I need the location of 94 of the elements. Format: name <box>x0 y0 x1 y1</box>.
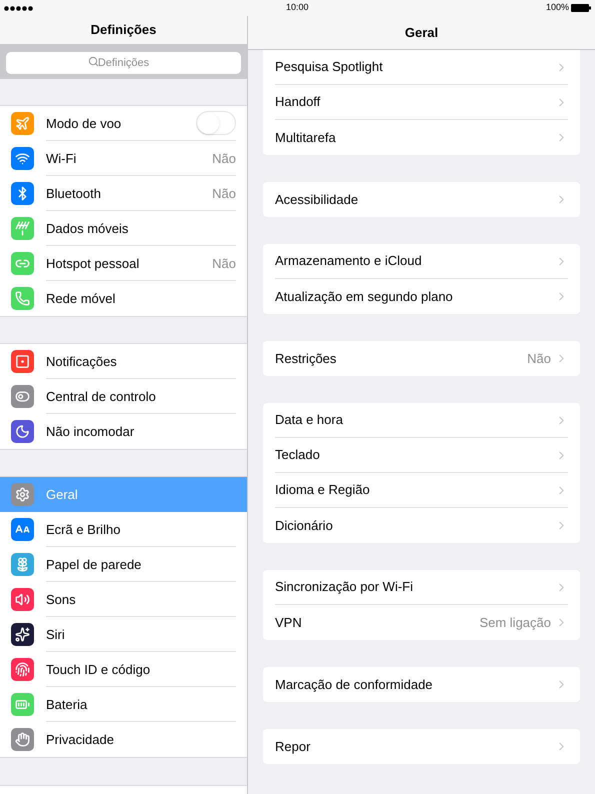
battery-icon <box>571 4 591 12</box>
sidebar-item[interactable]: Não incomodar <box>0 414 247 450</box>
detail-title: Geral <box>404 24 438 42</box>
bluetooth-icon <box>11 182 34 206</box>
gear-icon <box>11 483 34 506</box>
item-label: Ecrã e Brilho <box>46 520 122 539</box>
settings-row[interactable]: Dicionário <box>275 508 568 543</box>
row-label: Atualização em segundo plano <box>275 288 454 306</box>
row-label: Sincronização por Wi-Fi <box>275 578 414 596</box>
item-label: Papel de parede <box>46 556 142 574</box>
row-label: Pesquisa Spotlight <box>275 58 384 76</box>
item-label: Dados móveis <box>46 220 130 238</box>
row-label: Marcação de conformidade <box>275 676 434 694</box>
moon-icon <box>11 420 34 444</box>
row-label: Data e hora <box>275 411 344 430</box>
item-label: Privacidade <box>46 731 115 750</box>
row-label: Armazenamento e iCloud <box>275 252 423 270</box>
notification-icon <box>11 350 34 374</box>
phone-icon <box>11 287 34 310</box>
antenna-icon <box>11 217 34 240</box>
search-icon <box>88 56 99 68</box>
sidebar-item[interactable]: Privacidade <box>0 722 247 758</box>
fingerprint-icon <box>11 658 34 682</box>
sidebar-item[interactable]: Modo de voo <box>0 106 247 142</box>
airplane-icon <box>11 112 34 136</box>
settings-row[interactable]: Handoff <box>275 85 568 120</box>
item-label: Não incomodar <box>46 423 136 442</box>
siri-icon <box>11 623 34 646</box>
hand-icon <box>11 728 34 752</box>
settings-row[interactable]: Armazenamento e iCloud <box>275 244 568 279</box>
sidebar-item[interactable]: Touch ID e código <box>0 652 247 688</box>
row-label: Teclado <box>275 446 321 464</box>
sidebar-item[interactable]: Papel de parede <box>0 547 247 582</box>
sidebar-title: Definições <box>90 21 156 40</box>
item-label: Bluetooth <box>46 184 102 203</box>
settings-row[interactable]: Marcação de conformidade <box>275 667 568 702</box>
sidebar-item[interactable]: Sons <box>0 582 247 618</box>
status-time: 10:00 <box>286 1 309 14</box>
settings-row[interactable]: Sincronização por Wi-Fi <box>275 570 568 605</box>
flower-icon <box>11 553 34 576</box>
row-label: Multitarefa <box>275 128 337 147</box>
item-value: Não <box>212 150 236 168</box>
sidebar-item[interactable]: Siri <box>0 617 247 652</box>
item-value: Não <box>212 254 236 273</box>
item-label: Central de controlo <box>46 388 157 406</box>
row-label: Dicionário <box>275 516 334 535</box>
item-label: Siri <box>46 626 66 644</box>
item-label: Touch ID e código <box>46 660 152 679</box>
sidebar-item[interactable]: Bateria <box>0 687 247 722</box>
row-label: Restrições <box>275 350 338 368</box>
sidebar-item[interactable]: Hotspot pessoal Não <box>0 246 247 282</box>
item-label: Wi-Fi <box>46 150 78 168</box>
row-label: VPN <box>275 614 303 632</box>
item-label: Hotspot pessoal <box>46 254 140 273</box>
signal-icon <box>4 6 34 10</box>
item-label: Geral <box>46 486 79 504</box>
settings-row[interactable]: Data e hora <box>275 403 568 438</box>
sidebar-item[interactable]: Central de controlo <box>0 379 247 414</box>
sidebar-item[interactable]: Notificações <box>0 344 247 380</box>
item-label: Bateria <box>46 696 88 714</box>
row-label: Idioma e Região <box>275 481 371 500</box>
settings-row[interactable]: Restrições Não <box>275 341 568 376</box>
settings-row[interactable]: Pesquisa Spotlight <box>275 50 568 85</box>
sidebar-item[interactable]: Ecrã e Brilho <box>0 512 247 548</box>
sidebar-item[interactable]: Dados móveis <box>0 211 247 246</box>
item-label: Rede móvel <box>46 290 116 308</box>
row-label: Acessibilidade <box>275 190 360 209</box>
row-label: Repor <box>275 738 312 756</box>
item-label: Notificações <box>46 352 118 371</box>
settings-row[interactable]: Acessibilidade <box>275 182 568 217</box>
toggle-switch[interactable] <box>196 111 236 136</box>
search-field[interactable]: Definições <box>6 52 241 74</box>
item-label: Sons <box>46 590 77 609</box>
settings-row[interactable]: Atualização em segundo plano <box>275 279 568 314</box>
wifi-icon <box>11 147 34 170</box>
settings-row[interactable]: Idioma e Região <box>275 473 568 508</box>
switches-icon <box>11 385 34 408</box>
row-label: Handoff <box>275 93 322 112</box>
battery-percent: 100% <box>546 1 569 14</box>
speaker-icon <box>11 588 34 612</box>
link-icon <box>11 252 34 276</box>
settings-row[interactable]: Multitarefa <box>275 120 568 155</box>
sidebar-item[interactable]: Bluetooth Não <box>0 176 247 212</box>
battery-icon <box>11 693 34 716</box>
row-value: Não <box>527 350 551 368</box>
settings-row[interactable]: Teclado <box>275 438 568 473</box>
sidebar-item[interactable]: Wi-Fi Não <box>0 141 247 176</box>
item-value: Não <box>212 184 236 203</box>
item-label: Modo de voo <box>46 114 122 133</box>
text-size-icon <box>11 518 34 542</box>
settings-row[interactable]: VPN Sem ligação <box>275 605 568 640</box>
sidebar-item[interactable]: Rede móvel <box>0 281 247 316</box>
row-value: Sem ligação <box>479 614 551 632</box>
settings-row[interactable]: Repor <box>275 729 568 764</box>
